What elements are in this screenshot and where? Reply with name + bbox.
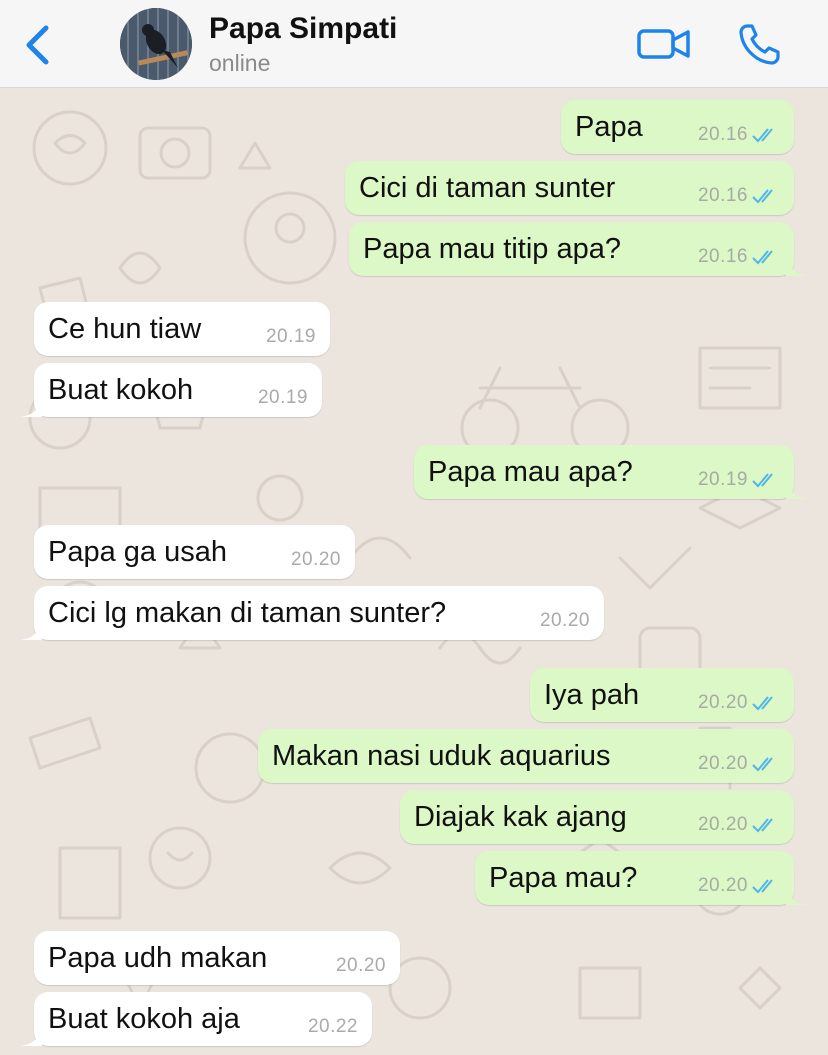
double-check-icon (752, 250, 773, 265)
message-bubble-incoming[interactable]: Buat kokoh aja 20.22 (20, 992, 372, 1046)
double-check-icon (752, 818, 773, 833)
message-text: Papa mau? (489, 862, 638, 894)
bubble-tail (786, 481, 808, 499)
message-time: 20.20 (697, 753, 748, 774)
message-time: 20.19 (697, 469, 748, 490)
message-text: Iya pah (544, 679, 640, 711)
message-bubble-incoming[interactable]: Papa udh makan 20.20 (34, 931, 400, 985)
message-bubble-outgoing[interactable]: Cici di taman sunter 20.16 (345, 161, 794, 215)
video-camera-icon[interactable] (636, 22, 692, 66)
message-bubble-outgoing[interactable]: Makan nasi uduk aquarius 20.20 (258, 729, 794, 783)
bubble-tail (20, 1028, 42, 1046)
message-time: 20.20 (335, 955, 386, 976)
double-check-icon (752, 128, 773, 143)
message-bubble-outgoing[interactable]: Papa 20.16 (561, 100, 794, 154)
double-check-icon (752, 473, 773, 488)
double-check-icon (752, 757, 773, 772)
message-text: Cici lg makan di taman sunter? (48, 597, 447, 629)
message-bubble-outgoing[interactable]: Papa mau? 20.20 (475, 851, 808, 905)
message-text: Papa (575, 111, 643, 143)
message-bubble-incoming[interactable]: Buat kokoh 20.19 (20, 363, 322, 417)
message-time: 20.16 (697, 185, 748, 206)
message-text: Cici di taman sunter (359, 172, 616, 204)
message-time: 20.20 (290, 549, 341, 570)
bubble-tail (786, 258, 808, 276)
message-time: 20.19 (265, 326, 316, 347)
message-text: Papa udh makan (48, 942, 268, 974)
message-bubble-outgoing[interactable]: Diajak kak ajang 20.20 (400, 790, 794, 844)
avatar[interactable] (120, 8, 192, 80)
chat-header: Papa Simpati online (0, 0, 828, 88)
message-text: Papa ga usah (48, 536, 227, 568)
message-time: 20.19 (257, 387, 308, 408)
message-text: Buat kokoh aja (48, 1003, 240, 1035)
message-time: 20.22 (307, 1016, 358, 1037)
message-text: Diajak kak ajang (414, 801, 627, 833)
message-time: 20.20 (697, 875, 748, 896)
chevron-left-icon[interactable] (20, 22, 56, 68)
bubble-tail (20, 622, 42, 640)
contact-status: online (209, 50, 271, 76)
message-time: 20.20 (697, 814, 748, 835)
message-bubble-outgoing[interactable]: Iya pah 20.20 (530, 668, 794, 722)
message-text: Papa mau apa? (428, 456, 633, 488)
message-time: 20.16 (697, 246, 748, 267)
phone-icon[interactable] (738, 22, 782, 66)
message-text: Papa mau titip apa? (363, 233, 621, 265)
message-bubble-outgoing[interactable]: Papa mau apa? 20.19 (414, 445, 808, 499)
contact-name[interactable]: Papa Simpati (209, 12, 397, 46)
message-time: 20.16 (697, 124, 748, 145)
double-check-icon (752, 696, 773, 711)
message-bubble-incoming[interactable]: Ce hun tiaw 20.19 (34, 302, 330, 356)
message-bubble-incoming[interactable]: Cici lg makan di taman sunter? 20.20 (20, 586, 604, 640)
message-text: Makan nasi uduk aquarius (272, 740, 611, 772)
double-check-icon (752, 879, 773, 894)
message-text: Buat kokoh (48, 374, 194, 406)
message-list: Papa 20.16 Cici di taman sunter 20.16 Pa… (0, 88, 828, 1055)
bubble-tail (20, 399, 42, 417)
message-bubble-incoming[interactable]: Papa ga usah 20.20 (34, 525, 355, 579)
message-text: Ce hun tiaw (48, 313, 202, 345)
bubble-tail (786, 887, 808, 905)
message-time: 20.20 (539, 610, 590, 631)
message-time: 20.20 (697, 692, 748, 713)
message-bubble-outgoing[interactable]: Papa mau titip apa? 20.16 (349, 222, 808, 276)
bird-cage-photo (120, 8, 192, 80)
double-check-icon (752, 189, 773, 204)
